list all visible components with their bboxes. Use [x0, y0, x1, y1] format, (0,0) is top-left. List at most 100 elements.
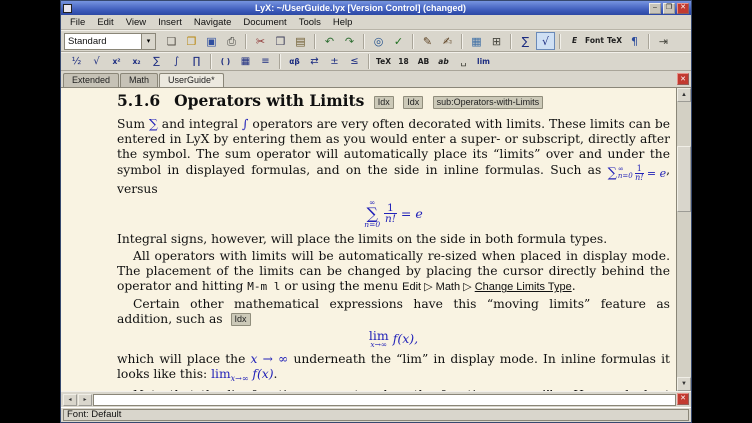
tex-mode-icon[interactable]: TeX — [605, 32, 624, 50]
scroll-up-icon[interactable]: ▲ — [677, 88, 691, 102]
math-toolbar: ½√x²x₂∑∫∏ ( )▦≡ αβ⇄±≤ TeX18 AB ab␣ lim — [61, 52, 691, 71]
menu-help[interactable]: Help — [327, 16, 359, 29]
menu-view[interactable]: View — [120, 16, 152, 29]
print-icon[interactable]: ⎙ — [222, 32, 241, 50]
display-formula-sum[interactable]: ∞ ∑ n=0 1 n! = e — [117, 199, 670, 228]
redo-icon[interactable]: ↷ — [340, 32, 359, 50]
inline-formula-sum[interactable]: ∑∞n=01n!= e — [608, 165, 666, 182]
history-prev-icon[interactable]: ◂ — [63, 394, 77, 406]
sum-icon[interactable]: ∑ — [147, 54, 166, 70]
tab-userguide[interactable]: UserGuide* — [159, 73, 224, 87]
arrows-icon[interactable]: ⇄ — [305, 54, 324, 70]
superscript-icon[interactable]: x² — [107, 54, 126, 70]
sqrt-icon[interactable]: √ — [87, 54, 106, 70]
inline-math-x-to-infinity[interactable]: x → ∞ — [251, 352, 289, 366]
open-document-icon[interactable]: ❐ — [182, 32, 201, 50]
math-text-icon[interactable]: TeX — [374, 54, 393, 70]
subscript-icon[interactable]: x₂ — [127, 54, 146, 70]
scrollbar-track[interactable] — [677, 102, 691, 377]
display-formula-limit[interactable]: lim x→∞ f(x), — [117, 330, 670, 349]
copy-icon[interactable]: ❒ — [271, 32, 290, 50]
toolbar-separator — [412, 34, 414, 49]
numbered-equation-icon[interactable]: 18 — [394, 54, 413, 70]
tab-extended[interactable]: Extended — [63, 73, 119, 87]
vertical-scrollbar[interactable]: ▲ ▼ — [676, 88, 691, 391]
paragraph-layout-icon[interactable]: ¶ — [625, 32, 644, 50]
maximize-button[interactable]: ❐ — [663, 3, 675, 14]
math-formula-icon[interactable]: ∑ — [516, 32, 535, 50]
paragraph: Certain other mathematical expressions h… — [117, 297, 670, 328]
icon-glyph: TeX — [376, 58, 391, 66]
menu-bar: FileEditViewInsertNavigateDocumentToolsH… — [61, 15, 691, 30]
minibuffer-close-icon[interactable]: ✕ — [677, 393, 689, 405]
matrix-icon[interactable]: ▦ — [236, 54, 255, 70]
inline-formula-limit[interactable]: limx→∞ f(x) — [211, 367, 273, 381]
spellcheck-icon[interactable]: ✓ — [389, 32, 408, 50]
paste-icon[interactable]: ▤ — [291, 32, 310, 50]
scroll-down-icon[interactable]: ▼ — [677, 377, 691, 391]
spacing-icon[interactable]: ␣ — [454, 54, 473, 70]
menu-navigate[interactable]: Navigate — [188, 16, 238, 29]
body-text: which will place the — [117, 352, 251, 366]
close-button[interactable]: ✕ — [677, 3, 689, 14]
tab-math[interactable]: Math — [120, 73, 158, 87]
cut-icon[interactable]: ✂ — [251, 32, 270, 50]
math-font-icon[interactable]: AB — [414, 54, 433, 70]
index-inset[interactable]: Idx — [374, 96, 394, 109]
toolbar-separator — [559, 34, 561, 49]
insert-footnote-icon[interactable]: ✎ — [418, 32, 437, 50]
section-heading: 5.1.6Operators with Limits Idx Idx sub:O… — [117, 93, 670, 109]
body-text: Certain other mathematical expressions h… — [117, 297, 670, 326]
free-font-icon[interactable]: Font — [585, 32, 604, 50]
limits-type-icon[interactable]: lim — [474, 54, 493, 70]
ab-style-icon[interactable]: ab — [434, 54, 453, 70]
menu-insert[interactable]: Insert — [152, 16, 188, 29]
delimiters-icon[interactable]: ( ) — [216, 54, 235, 70]
tab-list: ExtendedMathUserGuide* — [63, 73, 677, 87]
menu-edit[interactable]: Edit — [91, 16, 119, 29]
titlebar[interactable]: LyX: ~/UserGuide.lyx [Version Control] (… — [61, 1, 691, 15]
document-canvas[interactable]: 5.1.6Operators with Limits Idx Idx sub:O… — [61, 88, 676, 391]
insert-margin-note-icon[interactable]: ✍ — [438, 32, 457, 50]
fraction-icon[interactable]: ½ — [67, 54, 86, 70]
integral-icon[interactable]: ∫ — [167, 54, 186, 70]
new-document-icon[interactable]: ❏ — [162, 32, 181, 50]
index-inset[interactable]: Idx — [403, 96, 423, 109]
window-title: LyX: ~/UserGuide.lyx [Version Control] (… — [74, 3, 647, 13]
icon-glyph: lim — [477, 58, 490, 66]
icon-glyph: √ — [542, 36, 549, 47]
menu-tools[interactable]: Tools — [293, 16, 327, 29]
product-icon[interactable]: ∏ — [187, 54, 206, 70]
body-text: or using the menu — [280, 279, 402, 293]
menu-file[interactable]: File — [64, 16, 91, 29]
paragraph-style-select[interactable]: Standard ▾ — [64, 33, 156, 50]
index-inset[interactable]: Idx — [231, 313, 251, 326]
increase-depth-icon[interactable]: ⇥ — [654, 32, 673, 50]
chevron-down-icon[interactable]: ▾ — [141, 34, 155, 49]
save-document-icon[interactable]: ▣ — [202, 32, 221, 50]
undo-icon[interactable]: ↶ — [320, 32, 339, 50]
math-panel-icon[interactable]: √ — [536, 32, 555, 50]
operators-icon[interactable]: ± — [325, 54, 344, 70]
menu-document[interactable]: Document — [237, 16, 292, 29]
command-input[interactable] — [93, 394, 676, 406]
label-inset[interactable]: sub:Operators-with-Limits — [433, 96, 544, 109]
emphasis-icon[interactable]: E — [565, 32, 584, 50]
tabbar-close-icon[interactable]: ✕ — [677, 73, 689, 85]
history-next-icon[interactable]: ▸ — [78, 394, 92, 406]
inline-math-sum-symbol[interactable]: ∑ — [149, 117, 158, 131]
insert-table-icon[interactable]: ⊞ — [487, 32, 506, 50]
insert-figure-icon[interactable]: ▦ — [467, 32, 486, 50]
icon-glyph: ¶ — [631, 36, 638, 47]
icon-glyph: AB — [418, 58, 430, 66]
toolbar-separator — [279, 54, 281, 69]
relations-icon[interactable]: ≤ — [345, 54, 364, 70]
icon-glyph: ⎙ — [227, 36, 236, 47]
greek-letters-icon[interactable]: αβ — [285, 54, 304, 70]
icon-glyph: ❏ — [167, 36, 177, 47]
minimize-button[interactable]: – — [649, 3, 661, 14]
equation-array-icon[interactable]: ≡ — [256, 54, 275, 70]
find-replace-icon[interactable]: ◎ — [369, 32, 388, 50]
body-text: Integral signs, however, will place the … — [117, 232, 607, 246]
scrollbar-thumb[interactable] — [677, 146, 691, 212]
